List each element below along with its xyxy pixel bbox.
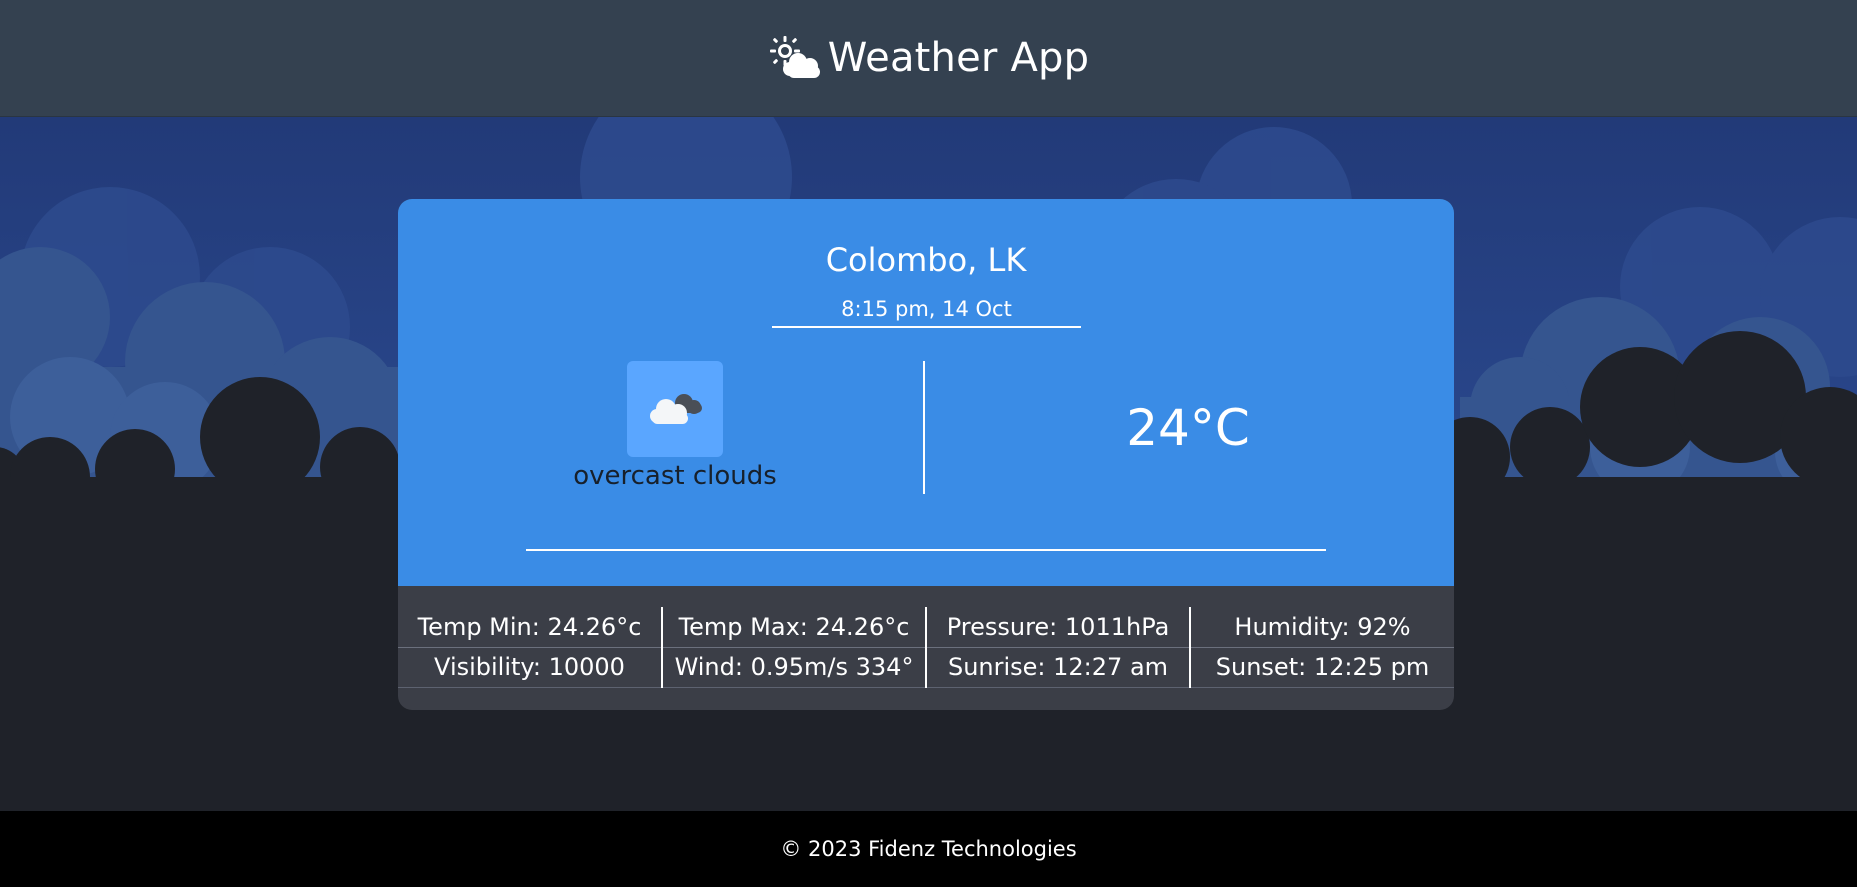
- location-title: Colombo, LK: [825, 241, 1027, 279]
- table-row: Temp Min: 24.26°c Temp Max: 24.26°c Pres…: [398, 607, 1454, 648]
- overcast-cloud-icon: [650, 394, 702, 424]
- app-header: Weather App: [0, 0, 1857, 117]
- stat-sunrise: Sunrise: 12:27 am: [926, 647, 1191, 688]
- date-time: 8:15 pm, 14 Oct: [772, 297, 1081, 328]
- sun-cloud-icon: [769, 36, 820, 78]
- stat-visibility: Visibility: 10000: [398, 647, 663, 688]
- vertical-divider: [923, 361, 925, 494]
- condition-icon-box: [627, 361, 723, 457]
- app-footer: © 2023 Fidenz Technologies: [0, 811, 1857, 887]
- stat-humidity: Humidity: 92%: [1190, 607, 1454, 648]
- stat-wind: Wind: 0.95m/s 334°: [662, 647, 927, 688]
- condition-text: overcast clouds: [573, 461, 777, 491]
- stat-pressure: Pressure: 1011hPa: [926, 607, 1191, 648]
- weather-summary: Colombo, LK 8:15 pm, 14 Oct overcast clo…: [398, 199, 1454, 586]
- stat-temp-max: Temp Max: 24.26°c: [662, 607, 927, 648]
- table-row: Visibility: 10000 Wind: 0.95m/s 334° Sun…: [398, 647, 1454, 688]
- stat-sunset: Sunset: 12:25 pm: [1190, 647, 1454, 688]
- brand: Weather App: [768, 34, 1089, 82]
- weather-stats-table: Temp Min: 24.26°c Temp Max: 24.26°c Pres…: [398, 607, 1454, 688]
- app-title: Weather App: [827, 35, 1090, 81]
- stat-temp-min: Temp Min: 24.26°c: [398, 607, 663, 648]
- copyright-text: © 2023 Fidenz Technologies: [780, 837, 1077, 861]
- weather-card: Colombo, LK 8:15 pm, 14 Oct overcast clo…: [398, 199, 1454, 710]
- horizontal-divider: [526, 549, 1326, 551]
- temperature: 24°C: [1126, 399, 1250, 457]
